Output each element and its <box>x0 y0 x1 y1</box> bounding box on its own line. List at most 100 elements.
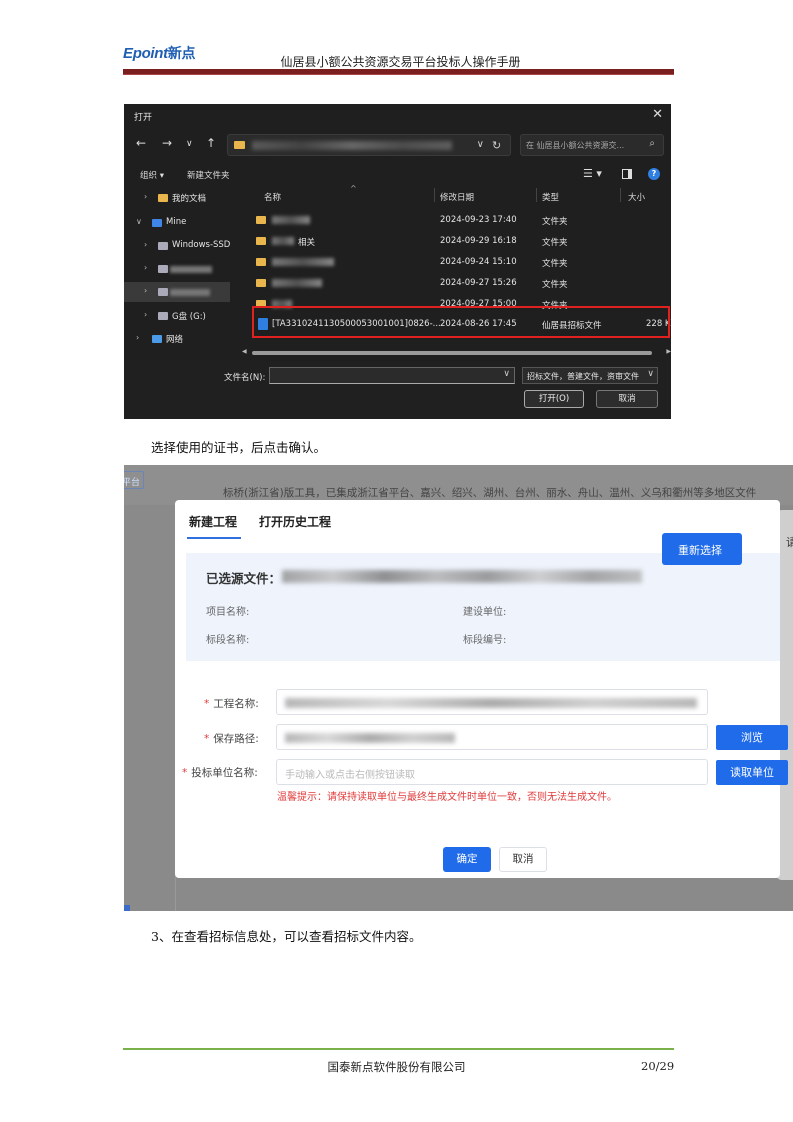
page-number: 20/29 <box>641 1059 675 1073</box>
search-placeholder: 在 仙居县小额公共资源交... <box>526 141 625 150</box>
highlight-box <box>252 306 670 338</box>
navigation-sidebar: › 我的文档 ∨ Mine › Windows-SSD › › › G盘 (G: <box>124 188 233 419</box>
address-bar[interactable]: ∨ <box>227 134 511 156</box>
active-tab-underline <box>187 537 241 539</box>
instruction-text-2: 3、在查看招标信息处，可以查看招标文件内容。 <box>151 929 422 944</box>
instruction-text-1: 选择使用的证书，后点击确认。 <box>151 440 327 455</box>
network-icon <box>152 335 162 343</box>
banner-text: 标桥(浙江省)版工具，已集成浙江省平台、嘉兴、绍兴、湖州、台州、丽水、舟山、温州… <box>223 487 757 499</box>
sidebar-item-drive-blurred[interactable]: › <box>124 259 230 279</box>
confirm-button[interactable]: 确定 <box>443 847 491 872</box>
folder-icon <box>234 141 245 149</box>
view-options-icon[interactable]: ☰ ▾ <box>583 167 602 180</box>
sidebar-item-network[interactable]: › 网络 <box>124 329 230 349</box>
blurred-filename <box>272 258 334 266</box>
sort-caret-icon: ^ <box>350 184 357 193</box>
search-icon: ⌕ <box>649 138 655 149</box>
up-arrow-icon[interactable]: ↑ <box>206 136 216 150</box>
blurred-value <box>285 698 697 708</box>
new-project-screenshot: 平台 标桥(浙江省)版工具，已集成浙江省平台、嘉兴、绍兴、湖州、台州、丽水、舟山… <box>124 465 793 911</box>
left-selection-marker <box>124 905 130 911</box>
drive-icon <box>158 242 168 250</box>
column-header-size[interactable]: 大小 <box>628 191 645 203</box>
save-path-label: * 保存路径: <box>204 733 259 745</box>
open-file-dialog: 打开 ✕ ← → ∨ ↑ ∨ ↻ 在 仙居县小额公共资源交... ⌕ 组织 ▾ … <box>124 104 671 419</box>
dialog-title: 打开 <box>134 113 153 123</box>
reselect-button[interactable]: 重新选择 <box>662 533 742 565</box>
bidder-placeholder: 手动输入或点击右侧按钮读取 <box>285 770 415 781</box>
section-name-label: 标段名称: <box>206 635 250 646</box>
header-divider <box>123 69 674 75</box>
drive-icon <box>158 265 168 273</box>
scroll-right-icon[interactable]: ▶ <box>666 348 671 355</box>
sidebar-item-g-drive[interactable]: › G盘 (G:) <box>124 306 230 326</box>
document-title: 仙居县小额公共资源交易平台投标人操作手册 <box>280 55 521 69</box>
file-row[interactable]: 2024-09-27 15:26 文件夹 <box>244 273 669 293</box>
tab-history-project[interactable]: 打开历史工程 <box>259 513 331 530</box>
scrollbar-thumb[interactable] <box>252 351 652 355</box>
filename-input[interactable]: ∨ <box>269 367 515 384</box>
cancel-button[interactable]: 取消 <box>499 847 547 872</box>
blurred-filename <box>282 570 642 583</box>
search-input[interactable]: 在 仙居县小额公共资源交... ⌕ <box>520 134 664 156</box>
forward-arrow-icon[interactable]: → <box>162 136 172 150</box>
organize-menu[interactable]: 组织 ▾ <box>140 169 164 181</box>
blurred-label <box>170 289 210 296</box>
blurred-path <box>252 141 452 150</box>
dialog-titlebar: 打开 ✕ <box>124 104 671 126</box>
chevron-down-icon[interactable]: ∨ <box>503 369 510 379</box>
back-arrow-icon[interactable]: ← <box>136 136 146 150</box>
cancel-button[interactable]: 取消 <box>596 390 658 408</box>
column-header-type[interactable]: 类型 <box>542 191 559 203</box>
sidebar-item-drive-selected[interactable]: › <box>124 282 230 302</box>
preview-pane-icon[interactable] <box>622 169 632 179</box>
source-file-info: 已选源文件： 项目名称: 建设单位: 标段名称: 标段编号: <box>186 553 780 661</box>
command-bar: 组织 ▾ 新建文件夹 ☰ ▾ ? <box>124 164 671 186</box>
close-icon[interactable]: ✕ <box>652 107 663 122</box>
horizontal-scrollbar[interactable]: ◀ ▶ <box>242 348 671 356</box>
folder-icon <box>158 194 168 202</box>
read-unit-button[interactable]: 读取单位 <box>716 760 788 785</box>
project-name-input[interactable] <box>276 689 708 715</box>
column-header-date[interactable]: 修改日期 <box>440 191 474 203</box>
file-row[interactable]: 2024-09-23 17:40 文件夹 <box>244 210 669 230</box>
monitor-icon <box>152 219 162 227</box>
folder-icon <box>256 279 266 287</box>
project-field-label: * 工程名称: <box>204 698 259 710</box>
sidebar-item-windows-ssd[interactable]: › Windows-SSD <box>124 236 230 256</box>
blurred-label <box>170 266 212 273</box>
help-icon[interactable]: ? <box>648 168 660 180</box>
recent-chevron-icon[interactable]: ∨ <box>186 139 193 149</box>
tab-new-project[interactable]: 新建工程 <box>189 513 237 530</box>
refresh-icon[interactable]: ↻ <box>492 139 501 152</box>
platform-button[interactable]: 平台 <box>124 471 144 489</box>
bidder-unit-label: * 投标单位名称: <box>182 767 258 779</box>
new-folder-button[interactable]: 新建文件夹 <box>187 169 230 181</box>
column-header-name[interactable]: 名称 <box>264 191 281 203</box>
selected-file-label: 已选源文件： <box>206 571 282 586</box>
section-number-label: 标段编号: <box>463 635 507 646</box>
drive-icon <box>158 312 168 320</box>
file-row[interactable]: 2024-09-24 15:10 文件夹 <box>244 252 669 272</box>
file-row[interactable]: 相关 2024-09-29 16:18 文件夹 <box>244 231 669 251</box>
scroll-left-icon[interactable]: ◀ <box>242 348 247 355</box>
open-button[interactable]: 打开(O) <box>524 390 584 408</box>
save-path-input[interactable] <box>276 724 708 750</box>
chevron-down-icon[interactable]: ∨ <box>477 139 484 150</box>
drive-icon <box>158 288 168 296</box>
chevron-down-icon: ∨ <box>647 369 654 379</box>
browse-button[interactable]: 浏览 <box>716 725 788 750</box>
sidebar-item-documents[interactable]: › 我的文档 <box>124 188 230 208</box>
blurred-value <box>285 733 455 743</box>
navigation-bar: ← → ∨ ↑ ∨ ↻ 在 仙居县小额公共资源交... ⌕ <box>124 130 671 160</box>
build-unit-label: 建设单位: <box>463 607 507 618</box>
sidebar-item-mine[interactable]: ∨ Mine <box>124 213 230 233</box>
warning-text: 温馨提示：请保持读取单位与最终生成文件时单位一致，否则无法生成文件。 <box>277 792 617 803</box>
blurred-filename <box>272 237 294 245</box>
file-type-filter[interactable]: 招标文件，普建文件，资审文件 ∨ <box>522 367 658 384</box>
project-name-label: 项目名称: <box>206 607 250 618</box>
dialog-footer: 文件名(N): ∨ 招标文件，普建文件，资审文件 ∨ 打开(O) 取消 <box>124 361 671 419</box>
bidder-unit-input[interactable]: 手动输入或点击右侧按钮读取 <box>276 759 708 785</box>
filename-label: 文件名(N): <box>224 373 266 383</box>
folder-icon <box>256 258 266 266</box>
